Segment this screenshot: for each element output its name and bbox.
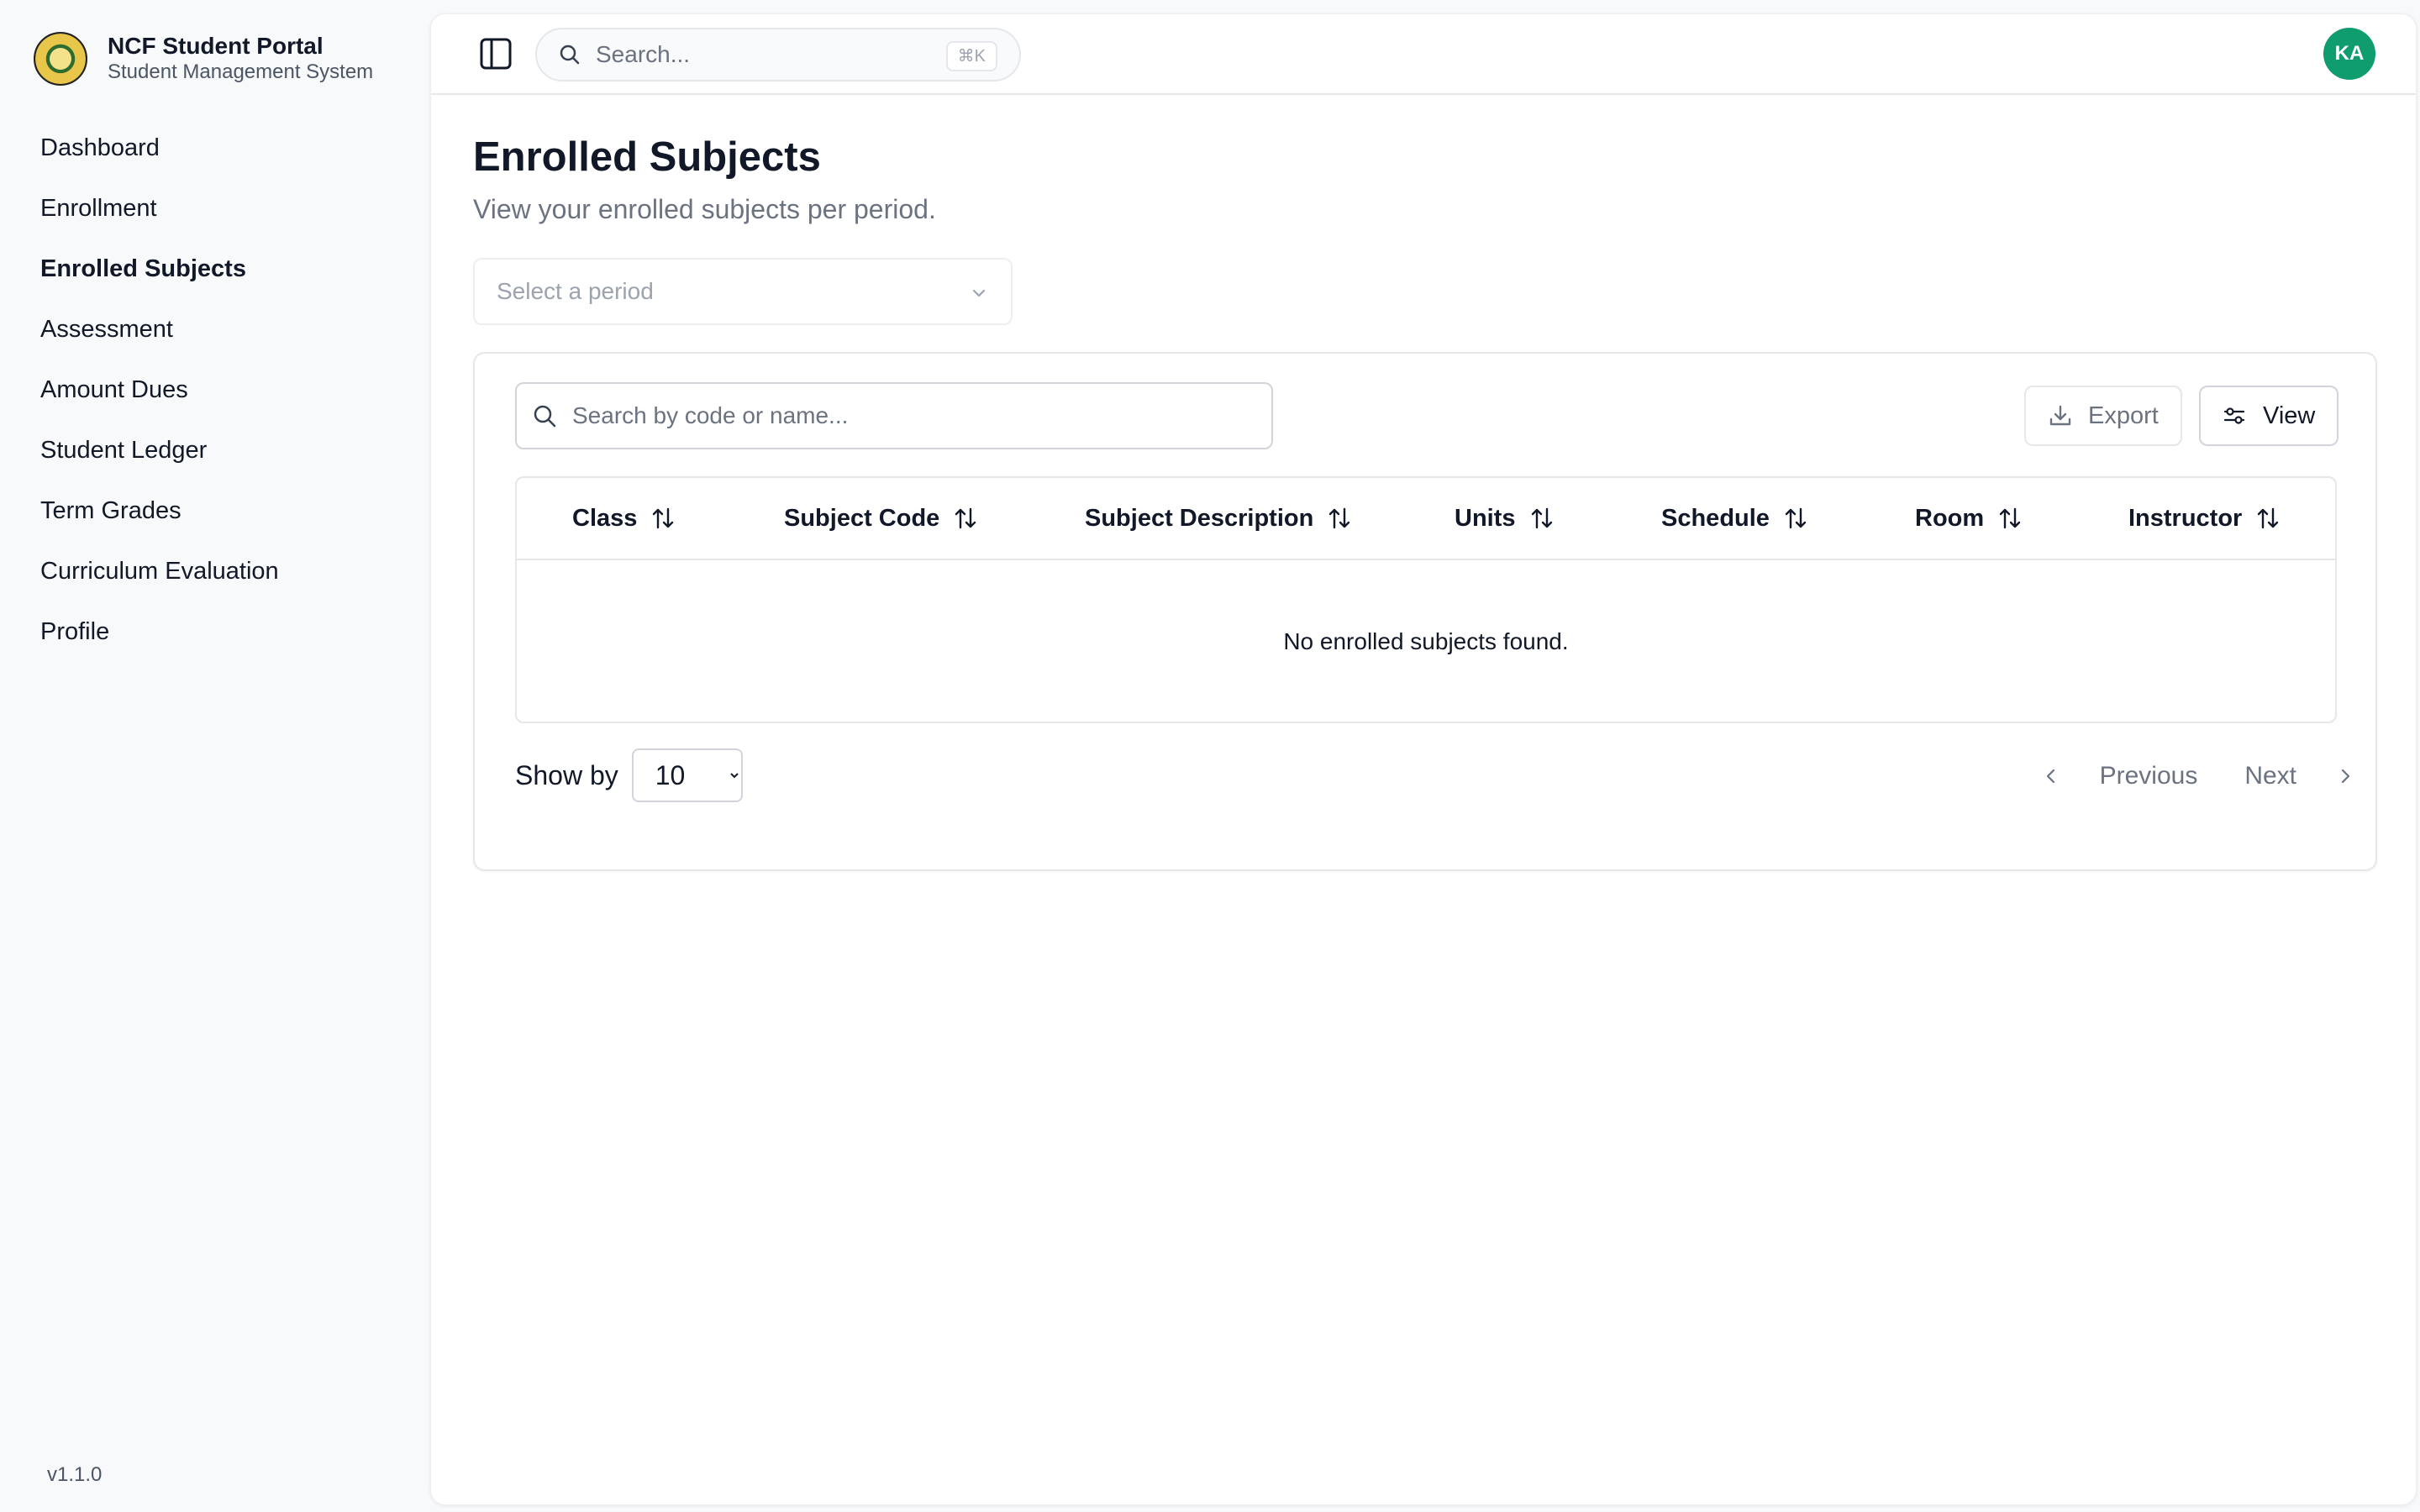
brand-text: NCF Student Portal Student Management Sy… — [108, 33, 373, 85]
sidebar-item-curriculum-evaluation[interactable]: Curriculum Evaluation — [40, 549, 279, 610]
sliders-icon — [2223, 407, 2245, 424]
column-header-room[interactable]: Room — [1915, 501, 2023, 535]
sidebar-item-enrolled-subjects[interactable]: Enrolled Subjects — [40, 247, 279, 307]
column-header-label: Subject Code — [784, 504, 940, 532]
search-icon — [534, 405, 556, 428]
sidebar-item-amount-dues[interactable]: Amount Dues — [40, 368, 279, 428]
sort-icon — [2258, 507, 2279, 529]
column-header-label: Room — [1915, 504, 1985, 532]
sort-icon — [1531, 507, 1552, 529]
sort-icon — [1785, 507, 1807, 529]
column-header-class[interactable]: Class — [572, 501, 676, 535]
main-panel: ⌘K KA Enrolled Subjects View your enroll… — [430, 13, 2417, 1505]
page-size-control: Show by 10 — [515, 748, 743, 802]
empty-state-message: No enrolled subjects found. — [1283, 628, 1569, 654]
app-title: NCF Student Portal — [108, 33, 324, 59]
sort-icon — [1999, 507, 2021, 529]
global-search-input[interactable] — [596, 41, 915, 68]
sidebar-panel-icon — [480, 38, 512, 70]
chevron-left-icon[interactable] — [2041, 766, 2061, 786]
export-button-label: Export — [2088, 402, 2159, 429]
sidebar-item-student-ledger[interactable]: Student Ledger — [40, 428, 279, 489]
column-header-label: Instructor — [2128, 504, 2243, 532]
sidebar-item-profile[interactable]: Profile — [40, 610, 279, 670]
chevron-right-icon[interactable] — [2335, 766, 2355, 786]
sort-icon — [1329, 507, 1350, 529]
column-header-label: Units — [1455, 504, 1516, 532]
school-logo — [34, 32, 87, 86]
column-header-label: Class — [572, 504, 638, 532]
column-header-instructor[interactable]: Instructor — [2128, 501, 2281, 535]
sort-icon — [653, 507, 674, 529]
top-bar: ⌘K KA — [431, 14, 2416, 95]
page-subtitle: View your enrolled subjects per period. — [473, 194, 936, 224]
sidebar-item-dashboard[interactable]: Dashboard — [40, 126, 279, 186]
pagination: Previous Next — [2041, 755, 2355, 797]
brand[interactable]: NCF Student Portal Student Management Sy… — [34, 32, 373, 86]
app-subtitle: Student Management System — [108, 60, 374, 83]
sidebar-item-assessment[interactable]: Assessment — [40, 307, 279, 368]
download-icon — [2049, 405, 2071, 426]
sort-icon — [955, 507, 976, 529]
column-header-label: Schedule — [1661, 504, 1770, 532]
keyboard-shortcut-badge: ⌘K — [945, 41, 997, 71]
sidebar-toggle-button[interactable] — [478, 36, 513, 71]
period-select-placeholder: Select a period — [497, 278, 654, 304]
previous-page-button[interactable]: Previous — [2100, 762, 2198, 790]
column-header-schedule[interactable]: Schedule — [1661, 501, 1808, 535]
column-header-subject-description[interactable]: Subject Description — [1085, 501, 1352, 535]
sidebar-nav: Dashboard Enrollment Enrolled Subjects A… — [40, 126, 279, 670]
subjects-card: Export View Class Sub — [473, 352, 2377, 871]
sidebar-item-enrollment[interactable]: Enrollment — [40, 186, 279, 247]
show-by-label: Show by — [515, 759, 618, 790]
column-header-units[interactable]: Units — [1455, 501, 1555, 535]
export-button[interactable]: Export — [2024, 386, 2182, 446]
subjects-table: Class Subject Code Subject Description U… — [515, 476, 2337, 723]
table-search[interactable] — [515, 382, 1273, 449]
sidebar-item-term-grades[interactable]: Term Grades — [40, 489, 279, 549]
page-title: Enrolled Subjects — [473, 134, 821, 180]
table-header: Class Subject Code Subject Description U… — [517, 478, 2335, 560]
next-page-button[interactable]: Next — [2244, 762, 2296, 790]
view-options-button[interactable]: View — [2199, 386, 2338, 446]
column-header-subject-code[interactable]: Subject Code — [784, 501, 978, 535]
sidebar: NCF Student Portal Student Management Sy… — [0, 0, 430, 1512]
period-select[interactable]: Select a period — [473, 258, 1013, 325]
view-button-label: View — [2263, 402, 2316, 429]
user-avatar[interactable]: KA — [2323, 28, 2375, 80]
column-header-label: Subject Description — [1085, 504, 1314, 532]
global-search[interactable]: ⌘K — [535, 28, 1021, 81]
page-size-select[interactable]: 10 — [631, 748, 743, 802]
table-search-input[interactable] — [572, 402, 1244, 429]
app-version: v1.1.0 — [47, 1463, 103, 1486]
search-icon — [560, 45, 580, 65]
chevron-down-icon — [972, 289, 986, 297]
